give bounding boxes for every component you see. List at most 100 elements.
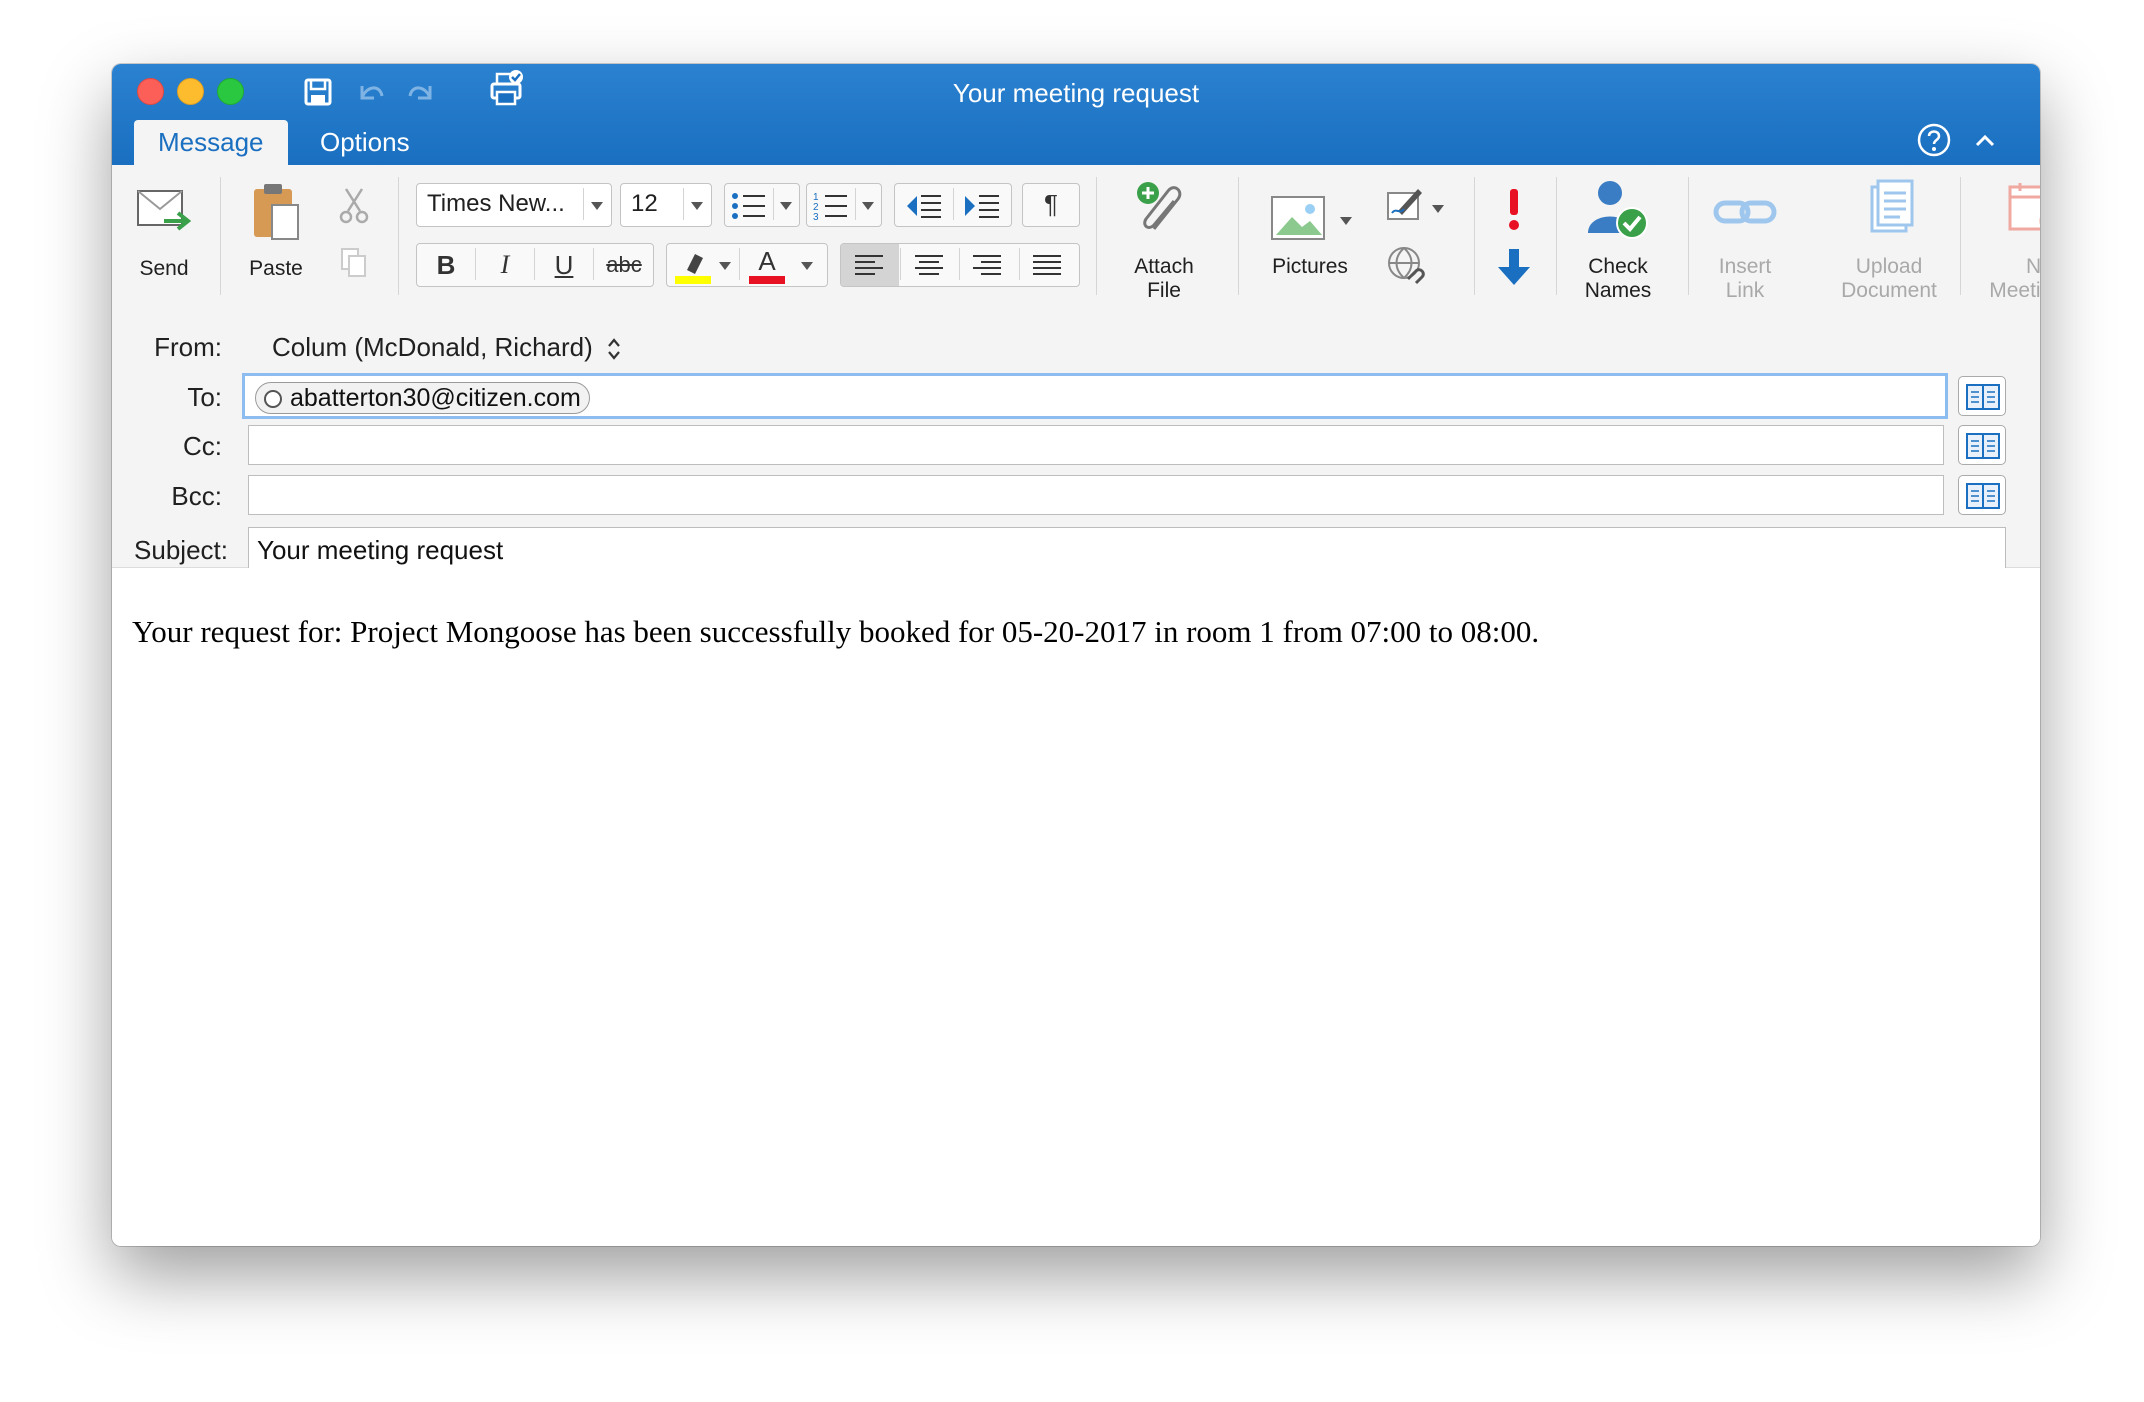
chevron-down-icon — [1340, 217, 1352, 225]
check-names-button[interactable]: Check Names — [1562, 175, 1674, 302]
ribbon-separator — [1960, 177, 1961, 295]
new-meeting-poll-button[interactable]: New Meeting Poll — [1962, 175, 2040, 302]
from-account-selector[interactable]: Colum (McDonald, Richard) — [272, 332, 622, 363]
insert-link-button[interactable]: Insert Link — [1694, 175, 1796, 302]
numbered-list-button[interactable]: 123 — [806, 183, 882, 227]
to-label: To: — [187, 382, 222, 412]
ribbon-separator — [1556, 177, 1557, 295]
subject-label: Subject: — [134, 535, 228, 565]
dropdown-divider — [855, 188, 856, 220]
address-book-icon — [1966, 483, 2000, 509]
subject-field[interactable]: Your meeting request — [248, 527, 2006, 571]
insert-link-label-line1: Insert — [1718, 255, 1772, 278]
chevron-down-icon[interactable] — [801, 262, 813, 270]
cc-address-book-button[interactable] — [1958, 425, 2006, 465]
justify-icon[interactable] — [1031, 254, 1063, 276]
indent-group — [894, 183, 1012, 227]
align-left-button[interactable] — [841, 244, 899, 286]
window-title: Your meeting request — [952, 78, 1200, 108]
chevron-down-icon[interactable] — [719, 262, 731, 270]
dropdown-divider — [583, 188, 584, 220]
cut-icon[interactable] — [336, 185, 372, 225]
send-button[interactable]: Send — [122, 175, 206, 295]
chevron-down-icon — [862, 202, 874, 210]
cc-field[interactable] — [248, 425, 1944, 465]
font-color-icon[interactable]: A — [747, 246, 787, 284]
hyperlink-globe-icon[interactable] — [1386, 245, 1428, 287]
button-divider — [1019, 248, 1020, 280]
dropdown-divider — [773, 188, 774, 220]
send-label: Send — [139, 257, 189, 280]
button-divider — [959, 248, 960, 280]
address-book-icon — [1966, 433, 2000, 459]
ribbon-separator — [398, 177, 399, 295]
strikethrough-button[interactable]: abc — [594, 245, 654, 285]
decrease-indent-icon[interactable] — [903, 192, 943, 220]
chevron-down-icon — [780, 202, 792, 210]
show-formatting-button[interactable]: ¶ — [1022, 183, 1080, 227]
attach-file-button[interactable]: Attach File — [1104, 175, 1224, 302]
underline-button[interactable]: U — [535, 245, 593, 285]
meeting-poll-icon — [2008, 183, 2040, 231]
tab-message[interactable]: Message — [134, 120, 288, 165]
chevron-down-icon[interactable] — [1432, 205, 1444, 213]
increase-indent-icon[interactable] — [961, 192, 1001, 220]
low-importance-icon[interactable] — [1496, 247, 1532, 287]
bullet-list-icon — [732, 193, 765, 219]
from-label: From: — [154, 332, 222, 362]
color-group: A — [666, 243, 828, 287]
check-names-label-line1: Check — [1588, 255, 1648, 278]
check-names-label-line2: Names — [1584, 279, 1652, 302]
bullet-list-button[interactable] — [724, 183, 800, 227]
copy-icon[interactable] — [338, 245, 370, 279]
italic-button[interactable]: I — [476, 245, 534, 285]
message-body-text: Your request for: Project Mongoose has b… — [132, 614, 1540, 649]
ribbon-separator — [1688, 177, 1689, 295]
recipient-token[interactable]: abatterton30@citizen.com — [255, 382, 590, 414]
paste-label: Paste — [249, 257, 303, 280]
bcc-field[interactable] — [248, 475, 1944, 515]
upload-document-label-line1: Upload — [1855, 255, 1923, 278]
align-left-icon — [855, 255, 883, 275]
font-size-dropdown[interactable]: 12 — [620, 183, 712, 227]
message-header: From: Colum (McDonald, Richard) To: abat… — [112, 307, 2040, 571]
pictures-label: Pictures — [1272, 255, 1348, 278]
paste-button[interactable]: Paste — [234, 175, 318, 295]
signature-icon[interactable] — [1386, 185, 1426, 223]
ribbon-toolbar: Send Paste Times New... 12 1 2 3 ¶ B I U… — [112, 165, 2040, 309]
high-importance-icon[interactable] — [1500, 187, 1528, 231]
attach-file-label-line1: Attach — [1134, 255, 1194, 278]
outlook-compose-window: Your meeting request Message Options Sen… — [112, 64, 2040, 1246]
ribbon-separator — [1474, 177, 1475, 295]
to-address-book-button[interactable] — [1958, 376, 2006, 416]
title-bar: Your meeting request Message Options — [112, 64, 2040, 165]
highlighter-icon[interactable] — [673, 248, 713, 284]
chevron-up-down-icon — [608, 338, 620, 360]
pictures-button[interactable]: Pictures — [1248, 175, 1372, 299]
alignment-group — [840, 243, 1080, 287]
bold-button[interactable]: B — [417, 245, 475, 285]
numbered-list-icon: 123 — [813, 192, 847, 222]
attach-file-label-line2: File — [1147, 279, 1181, 302]
picture-icon — [1271, 196, 1325, 240]
svg-text:3: 3 — [813, 212, 819, 222]
new-meeting-poll-label-line1: New — [2025, 255, 2040, 278]
from-value: Colum (McDonald, Richard) — [272, 332, 593, 362]
message-body-editor[interactable] — [112, 568, 2040, 1246]
check-names-icon — [1588, 181, 1648, 239]
button-divider — [900, 248, 901, 280]
paperclip-icon — [1137, 182, 1182, 230]
chevron-down-icon — [591, 202, 603, 210]
new-meeting-poll-label-line2: Meeting Poll — [1989, 279, 2040, 302]
bcc-address-book-button[interactable] — [1958, 475, 2006, 515]
align-center-icon[interactable] — [913, 254, 945, 276]
to-field[interactable]: abatterton30@citizen.com — [242, 373, 1948, 419]
help-icon[interactable] — [1916, 122, 1952, 158]
collapse-ribbon-icon[interactable] — [1972, 128, 1998, 154]
font-name-dropdown[interactable]: Times New... — [416, 183, 612, 227]
tab-options[interactable]: Options — [296, 120, 434, 165]
align-right-icon[interactable] — [971, 254, 1003, 276]
button-divider — [953, 188, 954, 220]
upload-document-button[interactable]: Upload Document — [1826, 175, 1952, 302]
subject-value: Your meeting request — [257, 535, 504, 565]
